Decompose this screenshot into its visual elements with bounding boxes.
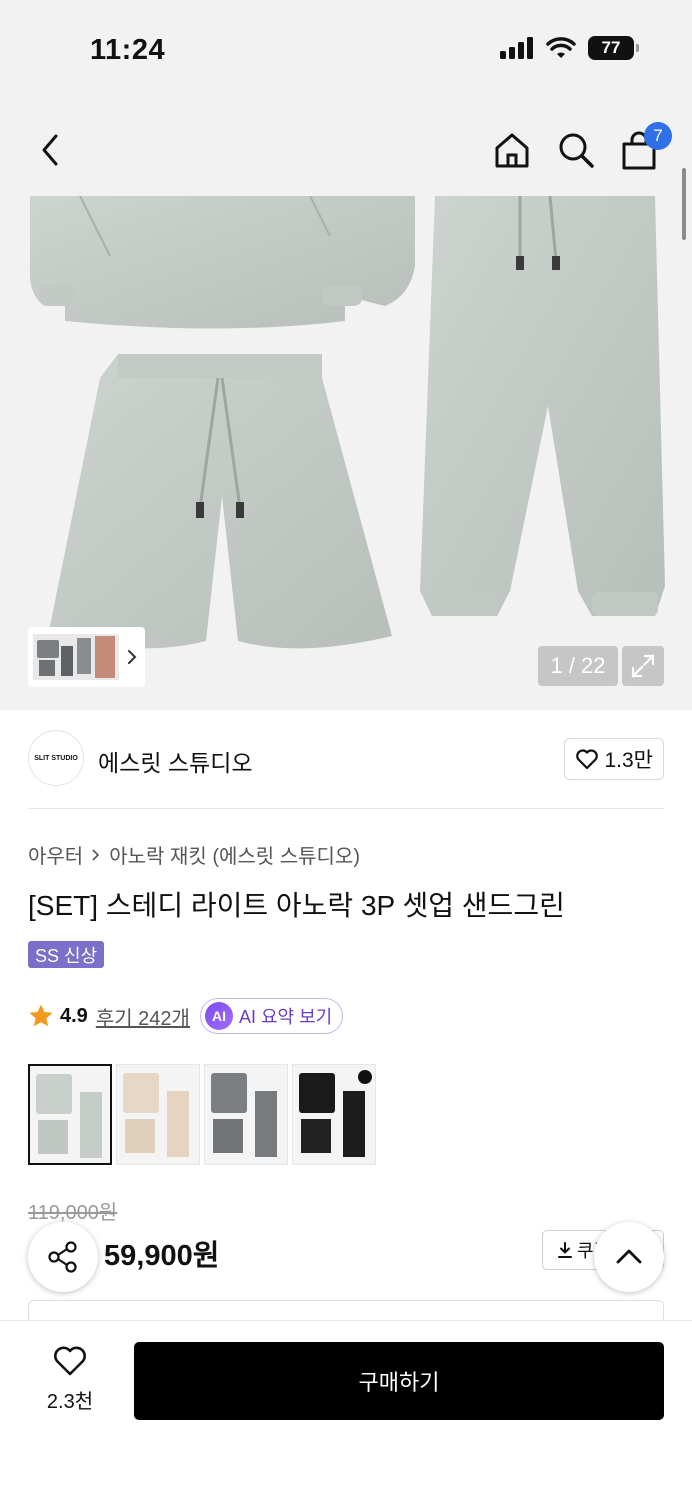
download-icon (558, 1242, 572, 1258)
wishlist-count: 2.3천 (46, 1391, 94, 1413)
wishlist-button[interactable]: 2.3천 (40, 1345, 100, 1414)
gallery-thumbnail-strip[interactable] (28, 627, 145, 687)
bottom-action-bar: 2.3천 구매하기 (0, 1320, 692, 1500)
home-button[interactable] (490, 128, 534, 172)
original-price: 119,000원 (28, 1202, 118, 1224)
breadcrumb-subcategory[interactable]: 아노락 재킷 (에스릿 스튜디오) (109, 840, 360, 869)
chevron-right-icon (128, 650, 137, 664)
product-image-gallery[interactable]: 1 / 22 (0, 196, 692, 710)
thumbnail-preview (33, 632, 119, 682)
status-time: 11:24 (90, 34, 166, 66)
ai-summary-button[interactable]: AI AI 요약 보기 (199, 998, 344, 1034)
star-icon (29, 1004, 53, 1027)
cart-button[interactable]: 7 (618, 122, 672, 172)
scrollbar[interactable] (682, 168, 686, 240)
back-button[interactable] (30, 130, 70, 170)
divider (28, 808, 664, 809)
buy-button[interactable]: 구매하기 (134, 1342, 664, 1420)
brand-logo[interactable]: SLIT STUDIO (28, 730, 84, 786)
search-icon (559, 133, 594, 168)
brand-row[interactable]: SLIT STUDIO 에스릿 스튜디오 1.3만 (28, 730, 664, 788)
share-icon (48, 1241, 77, 1273)
share-button[interactable] (28, 1222, 98, 1292)
new-season-tag: SS 신상 (28, 941, 105, 968)
variant-option-black[interactable] (292, 1064, 376, 1165)
rating-row: 4.9 후기 242개 AI AI 요약 보기 (28, 998, 344, 1034)
expand-icon (631, 654, 655, 678)
variant-option-beige[interactable] (116, 1064, 200, 1165)
ai-icon: AI (204, 1002, 233, 1030)
home-icon (495, 133, 529, 168)
product-title: [SET] 스테디 라이트 아노락 3P 셋업 샌드그린 (28, 890, 565, 921)
chevron-right-icon (92, 848, 100, 861)
status-icons: 77 (500, 36, 639, 60)
search-button[interactable] (554, 128, 598, 172)
heart-icon (54, 1346, 86, 1376)
chevron-up-icon (616, 1249, 642, 1264)
breadcrumb-category[interactable]: 아우터 (28, 840, 83, 869)
breadcrumb: 아우터 아노락 재킷 (에스릿 스튜디오) (28, 840, 360, 869)
expand-button[interactable] (622, 646, 664, 686)
brand-like-count: 1.3만 (604, 749, 653, 772)
status-bar: 11:24 77 (0, 0, 692, 100)
ai-summary-label: AI 요약 보기 (238, 1007, 333, 1027)
scroll-to-top-button[interactable] (594, 1222, 664, 1292)
brand-name[interactable]: 에스릿 스튜디오 (98, 744, 253, 778)
variant-option-sand-green[interactable] (28, 1064, 112, 1165)
sale-price: 59,900원 (104, 1240, 220, 1272)
brand-like-button[interactable]: 1.3만 (564, 738, 664, 780)
top-nav: 7 (0, 100, 692, 196)
battery-indicator: 77 (588, 36, 639, 60)
review-link[interactable]: 후기 242개 (96, 1002, 190, 1031)
cart-count-badge: 7 (644, 122, 672, 150)
color-variant-list (28, 1064, 376, 1165)
rating-score: 4.9 (60, 1004, 88, 1027)
wifi-icon (546, 37, 576, 58)
gallery-counter: 1 / 22 (538, 646, 618, 686)
variant-option-gray[interactable] (204, 1064, 288, 1165)
signal-icon (500, 37, 533, 59)
chevron-left-icon (42, 134, 58, 166)
heart-icon (576, 749, 599, 770)
